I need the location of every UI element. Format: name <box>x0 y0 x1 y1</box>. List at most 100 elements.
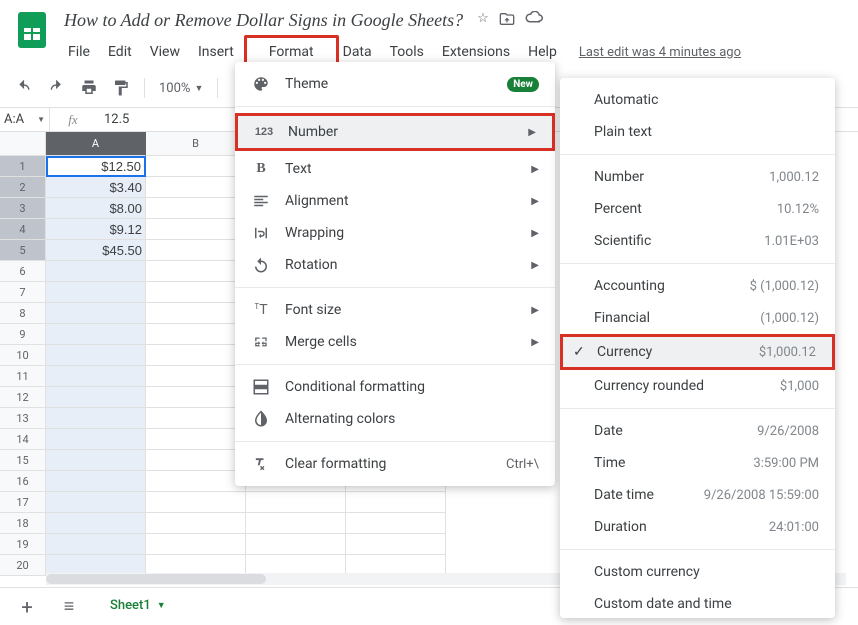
cell[interactable] <box>46 492 146 513</box>
row-header[interactable]: 11 <box>0 366 46 387</box>
format-scientific[interactable]: Scientific1.01E+03 <box>560 225 835 257</box>
cell[interactable] <box>146 303 246 324</box>
star-icon[interactable]: ☆ <box>477 11 489 31</box>
cell[interactable] <box>146 156 246 177</box>
row-header[interactable]: 8 <box>0 303 46 324</box>
cell[interactable] <box>46 261 146 282</box>
cell[interactable] <box>46 282 146 303</box>
cell[interactable] <box>346 534 446 555</box>
menu-clear-formatting[interactable]: Clear formatting Ctrl+\ <box>235 448 555 480</box>
menu-text[interactable]: B Text ▶ <box>235 153 555 185</box>
format-currency[interactable]: ✓Currency$1,000.12 <box>560 334 835 370</box>
col-header[interactable]: B <box>146 132 246 156</box>
add-sheet-button[interactable]: + <box>14 594 40 620</box>
cell[interactable] <box>146 492 246 513</box>
cell[interactable] <box>246 492 346 513</box>
cell[interactable]: $45.50 <box>46 240 146 261</box>
row-header[interactable]: 15 <box>0 450 46 471</box>
cell[interactable] <box>46 429 146 450</box>
cell[interactable] <box>146 219 246 240</box>
menu-alternating-colors[interactable]: Alternating colors <box>235 403 555 435</box>
cell[interactable] <box>146 198 246 219</box>
cell[interactable] <box>346 492 446 513</box>
row-header[interactable]: 17 <box>0 492 46 513</box>
row-header[interactable]: 5 <box>0 240 46 261</box>
cell[interactable] <box>246 513 346 534</box>
cell[interactable] <box>46 471 146 492</box>
cell[interactable] <box>46 408 146 429</box>
row-header[interactable]: 20 <box>0 555 46 576</box>
format-date[interactable]: Date9/26/2008 <box>560 415 835 447</box>
cloud-status-icon[interactable] <box>525 11 543 31</box>
menu-font-size[interactable]: TT Font size ▶ <box>235 294 555 326</box>
cell[interactable] <box>146 345 246 366</box>
row-header[interactable]: 18 <box>0 513 46 534</box>
cell[interactable]: $3.40 <box>46 177 146 198</box>
cell[interactable] <box>146 324 246 345</box>
row-header[interactable]: 14 <box>0 429 46 450</box>
cell[interactable] <box>46 324 146 345</box>
cell[interactable] <box>146 387 246 408</box>
cell[interactable]: $12.50 <box>46 156 146 177</box>
select-all-corner[interactable] <box>0 132 46 156</box>
menu-edit[interactable]: Edit <box>100 40 140 64</box>
cell[interactable] <box>146 408 246 429</box>
sheet-tab[interactable]: Sheet1▼ <box>98 592 178 621</box>
undo-button[interactable] <box>12 75 38 101</box>
format-time[interactable]: Time3:59:00 PM <box>560 447 835 479</box>
cell[interactable] <box>146 261 246 282</box>
cell[interactable] <box>246 534 346 555</box>
cell[interactable]: $9.12 <box>46 219 146 240</box>
format-financial[interactable]: Financial(1,000.12) <box>560 302 835 334</box>
menu-wrapping[interactable]: Wrapping ▶ <box>235 217 555 249</box>
doc-title[interactable]: How to Add or Remove Dollar Signs in Goo… <box>60 8 467 33</box>
cell[interactable] <box>146 177 246 198</box>
menu-view[interactable]: View <box>142 40 188 64</box>
menu-insert[interactable]: Insert <box>190 40 242 64</box>
sheets-logo[interactable] <box>12 10 52 50</box>
row-header[interactable]: 16 <box>0 471 46 492</box>
menu-merge-cells[interactable]: Merge cells ▶ <box>235 326 555 358</box>
cell[interactable] <box>46 345 146 366</box>
cell[interactable] <box>146 513 246 534</box>
menu-file[interactable]: File <box>60 40 98 64</box>
row-header[interactable]: 12 <box>0 387 46 408</box>
cell[interactable] <box>46 534 146 555</box>
format-date-time[interactable]: Date time9/26/2008 15:59:00 <box>560 479 835 511</box>
menu-number[interactable]: 123 Number ▶ <box>235 113 555 151</box>
cell[interactable] <box>346 513 446 534</box>
format-custom-date-time[interactable]: Custom date and time <box>560 588 835 618</box>
col-header[interactable]: A <box>46 132 146 156</box>
move-icon[interactable] <box>499 11 515 31</box>
all-sheets-button[interactable]: ≡ <box>56 594 82 620</box>
paint-format-button[interactable] <box>108 75 134 101</box>
format-percent[interactable]: Percent10.12% <box>560 193 835 225</box>
format-duration[interactable]: Duration24:01:00 <box>560 511 835 543</box>
cell[interactable] <box>46 366 146 387</box>
row-header[interactable]: 4 <box>0 219 46 240</box>
format-currency-rounded[interactable]: Currency rounded$1,000 <box>560 370 835 402</box>
menu-alignment[interactable]: Alignment ▶ <box>235 185 555 217</box>
row-header[interactable]: 13 <box>0 408 46 429</box>
format-number[interactable]: Number1,000.12 <box>560 161 835 193</box>
format-plain-text[interactable]: Plain text <box>560 116 835 148</box>
row-header[interactable]: 19 <box>0 534 46 555</box>
row-header[interactable]: 7 <box>0 282 46 303</box>
cell[interactable] <box>146 366 246 387</box>
menu-rotation[interactable]: Rotation ▶ <box>235 249 555 281</box>
zoom-dropdown[interactable]: 100%▼ <box>155 81 207 96</box>
cell[interactable] <box>46 450 146 471</box>
row-header[interactable]: 6 <box>0 261 46 282</box>
row-header[interactable]: 3 <box>0 198 46 219</box>
menu-help[interactable]: Help <box>520 40 565 64</box>
row-header[interactable]: 9 <box>0 324 46 345</box>
cell[interactable] <box>146 471 246 492</box>
menu-extensions[interactable]: Extensions <box>434 40 518 64</box>
last-edit-link[interactable]: Last edit was 4 minutes ago <box>579 45 741 60</box>
cell[interactable] <box>146 534 246 555</box>
print-button[interactable] <box>76 75 102 101</box>
row-header[interactable]: 10 <box>0 345 46 366</box>
scrollbar-thumb[interactable] <box>46 574 266 584</box>
row-header[interactable]: 1 <box>0 156 46 177</box>
menu-conditional-formatting[interactable]: Conditional formatting <box>235 371 555 403</box>
